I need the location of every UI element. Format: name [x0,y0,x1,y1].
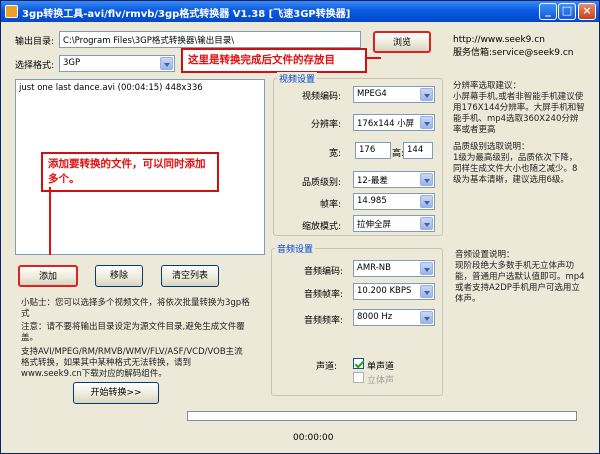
video-codec-select[interactable]: MPEG4 [353,86,435,103]
mono-label: 单声道 [367,362,395,372]
save-dir-callout: 这里是转换完成后文件的存放目 [181,48,367,74]
start-convert-button[interactable]: 开始转换>> [73,382,159,404]
channel-label: 声道: [315,362,337,372]
fps-select[interactable]: 14.985 [353,193,435,210]
video-codec-value: MPEG4 [357,89,387,99]
quality-tip-title: 品质级别选取说明： [453,142,530,152]
height-input[interactable]: 144 [403,142,433,159]
chevron-down-icon[interactable] [420,116,433,129]
format-label: 选择格式: [15,61,55,71]
format-select[interactable]: 3GP [59,55,175,72]
clear-list-button[interactable]: 清空列表 [161,265,219,287]
stereo-checkbox[interactable] [353,372,364,383]
audio-codec-label: 音频编码: [303,267,343,277]
chevron-down-icon[interactable] [420,311,433,324]
website-link[interactable]: http://www.seek9.cn [453,35,545,45]
add-button[interactable]: 添加 [18,265,78,287]
chevron-down-icon[interactable] [420,173,433,186]
chevron-down-icon[interactable] [420,262,433,275]
audio-settings-title: 音频设置 [275,242,316,255]
chevron-down-icon[interactable] [420,285,433,298]
resolution-tip-title: 分辨率选取建议： [453,81,522,91]
audio-codec-value: AMR-NB [357,263,391,273]
remove-button[interactable]: 移除 [95,265,143,287]
callout-arrow [49,187,51,255]
audio-tip-text: 现阶段绝大多数手机无立体声功能，普通用户选默认值即可。mp4或者支持A2DP手机… [455,261,585,304]
fps-label: 帧率: [319,200,341,210]
width-input[interactable]: 176 [355,142,391,159]
quality-label: 品质级别: [301,178,341,188]
close-button[interactable]: × [578,3,596,20]
list-item[interactable]: just one last dance.avi (00:04:15) 448x3… [19,83,203,93]
add-files-callout: 添加要转换的文件，可以同时添加多个。 [41,152,219,193]
chevron-down-icon[interactable] [160,57,173,70]
mono-checkbox[interactable] [353,358,364,369]
progress-bar [187,411,577,421]
stereo-label: 立体声 [367,376,395,386]
tip-multi: 小贴士：您可以选择多个视频文件，将依次批量转换为3gp格式 [21,298,250,319]
audio-tip-title: 音频设置说明： [455,250,515,260]
window-title: 3gp转换工具-avi/flv/rmvb/3gp格式转换器 V1.38 [飞速3… [22,9,351,20]
audio-rate-value: 10.200 KBPS [357,286,412,296]
chevron-down-icon[interactable] [420,88,433,101]
minimize-button[interactable]: _ [539,3,557,20]
scale-label: 缩放模式: [301,222,341,232]
video-settings-title: 视频设置 [277,72,318,85]
video-codec-label: 视频编码: [301,92,341,102]
quality-select[interactable]: 12-最差 [353,171,435,188]
browse-button[interactable]: 浏览 [373,31,431,53]
app-icon [5,5,18,18]
audio-rate-select[interactable]: 10.200 KBPS [353,283,435,300]
app-window: 3gp转换工具-avi/flv/rmvb/3gp格式转换器 V1.38 [飞速3… [0,0,600,454]
chevron-down-icon[interactable] [420,217,433,230]
audio-freq-label: 音频频率: [303,316,343,326]
title-bar: 3gp转换工具-avi/flv/rmvb/3gp格式转换器 V1.38 [飞速3… [1,1,599,22]
output-dir-label: 输出目录: [15,37,55,47]
maximize-button[interactable]: □ [558,3,576,20]
resolution-label: 分辨率: [310,120,341,130]
quality-tip-text: 1级为最高级别，品质依次下降，同样生成文件大小也随之减少。8级为基本清晰，建议选… [453,153,578,185]
elapsed-time: 00:00:00 [293,433,334,443]
resolution-select[interactable]: 176x144 小屏 [353,114,435,131]
callout-arrow [367,57,381,59]
chevron-down-icon[interactable] [420,195,433,208]
audio-freq-value: 8000 Hz [357,312,393,322]
audio-freq-select[interactable]: 8000 Hz [353,309,435,326]
output-dir-input[interactable]: C:\Program Files\3GP格式转换器\输出目录\ [59,31,361,48]
scale-value: 拉伸全屏 [357,220,392,230]
width-label: 宽: [328,149,341,159]
tip-output: 注意：请不要将输出目录设定为源文件目录,避免生成文件覆盖。 [21,322,245,343]
quality-value: 12-最差 [357,176,388,186]
audio-codec-select[interactable]: AMR-NB [353,260,435,277]
fps-value: 14.985 [357,196,387,206]
service-email: 服务信箱:service@seek9.cn [453,48,574,58]
resolution-tip-text: 小屏幕手机,或者非智能手机建议使用176X144分辨率。大屏手机和智能手机、mp… [453,92,585,135]
scale-select[interactable]: 拉伸全屏 [353,215,435,232]
format-value: 3GP [63,58,81,68]
audio-rate-label: 音频帧率: [303,290,343,300]
resolution-value: 176x144 小屏 [357,119,415,129]
tip-formats: 支持AVI/MPEG/RM/RMVB/WMV/FLV/ASF/VCD/VOB主流… [21,347,243,379]
